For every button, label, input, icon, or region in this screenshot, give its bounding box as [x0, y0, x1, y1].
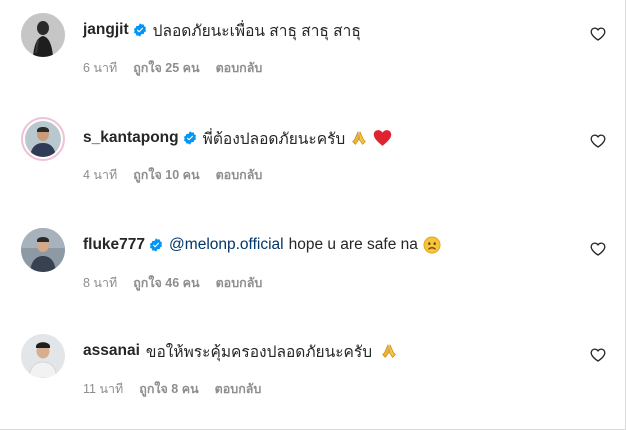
- comment-text: hope u are safe na: [288, 236, 418, 253]
- avatar[interactable]: [21, 228, 65, 272]
- comment-meta: 8 นาที ถูกใจ 46 คน ตอบกลับ: [83, 274, 262, 292]
- comment-meta: 4 นาที ถูกใจ 10 คน ตอบกลับ: [83, 166, 262, 184]
- heart-outline-icon[interactable]: [590, 347, 606, 363]
- comment-likes[interactable]: ถูกใจ 10 คน: [133, 165, 199, 185]
- reply-button[interactable]: ตอบกลับ: [216, 273, 263, 293]
- comment-item: jangjit ปลอดภัยนะเพื่อน สาธุ สาธุ สาธุ 6…: [0, 0, 625, 90]
- heart-outline-icon[interactable]: [590, 241, 606, 257]
- reply-button[interactable]: ตอบกลับ: [216, 165, 263, 185]
- reply-button[interactable]: ตอบกลับ: [215, 379, 262, 399]
- comment-item: fluke777 @melonp.official hope u are saf…: [0, 210, 625, 300]
- worried-face-emoji: [423, 236, 441, 254]
- reply-button[interactable]: ตอบกลับ: [216, 58, 263, 78]
- comment-username[interactable]: jangjit: [83, 21, 129, 39]
- comment-time[interactable]: 8 นาที: [83, 273, 117, 293]
- folded-hands-emoji: [380, 342, 398, 360]
- folded-hands-emoji: [350, 129, 368, 147]
- avatar[interactable]: [21, 334, 65, 378]
- comment-username[interactable]: s_kantapong: [83, 129, 179, 147]
- avatar[interactable]: [21, 13, 65, 57]
- verified-badge-icon: [133, 23, 147, 37]
- comment-item: s_kantapong พี่ต้องปลอดภัยนะครับ 4 นาที …: [0, 105, 625, 195]
- comment-line: assanai ขอให้พระคุ้มครองปลอดภัยนะครับ: [83, 339, 398, 363]
- comment-text: พี่ต้องปลอดภัยนะครับ: [202, 130, 346, 148]
- comment-item: assanai ขอให้พระคุ้มครองปลอดภัยนะครับ 11…: [0, 317, 625, 407]
- verified-badge-icon: [149, 238, 163, 252]
- comments-panel: jangjit ปลอดภัยนะเพื่อน สาธุ สาธุ สาธุ 6…: [0, 0, 626, 430]
- comment-time[interactable]: 6 นาที: [83, 58, 117, 78]
- comment-likes[interactable]: ถูกใจ 46 คน: [133, 273, 199, 293]
- red-heart-emoji: [373, 129, 392, 147]
- comment-time[interactable]: 11 นาที: [83, 379, 123, 399]
- comment-likes[interactable]: ถูกใจ 8 คน: [139, 379, 198, 399]
- comment-meta: 11 นาที ถูกใจ 8 คน ตอบกลับ: [83, 380, 261, 398]
- comment-line: jangjit ปลอดภัยนะเพื่อน สาธุ สาธุ สาธุ: [83, 18, 361, 42]
- heart-outline-icon[interactable]: [590, 133, 606, 149]
- verified-badge-icon: [183, 131, 197, 145]
- comment-line: s_kantapong พี่ต้องปลอดภัยนะครับ: [83, 126, 392, 150]
- avatar[interactable]: [21, 117, 65, 161]
- comment-username[interactable]: fluke777: [83, 236, 145, 254]
- comment-meta: 6 นาที ถูกใจ 25 คน ตอบกลับ: [83, 59, 262, 77]
- comment-username[interactable]: assanai: [83, 342, 140, 360]
- mention-link[interactable]: @melonp.official: [169, 236, 284, 254]
- comment-likes[interactable]: ถูกใจ 25 คน: [133, 58, 199, 78]
- comment-text: ปลอดภัยนะเพื่อน สาธุ สาธุ สาธุ: [152, 22, 361, 40]
- comment-text: ขอให้พระคุ้มครองปลอดภัยนะครับ: [145, 343, 373, 361]
- comment-time[interactable]: 4 นาที: [83, 165, 117, 185]
- comment-line: fluke777 @melonp.official hope u are saf…: [83, 233, 441, 257]
- heart-outline-icon[interactable]: [590, 26, 606, 42]
